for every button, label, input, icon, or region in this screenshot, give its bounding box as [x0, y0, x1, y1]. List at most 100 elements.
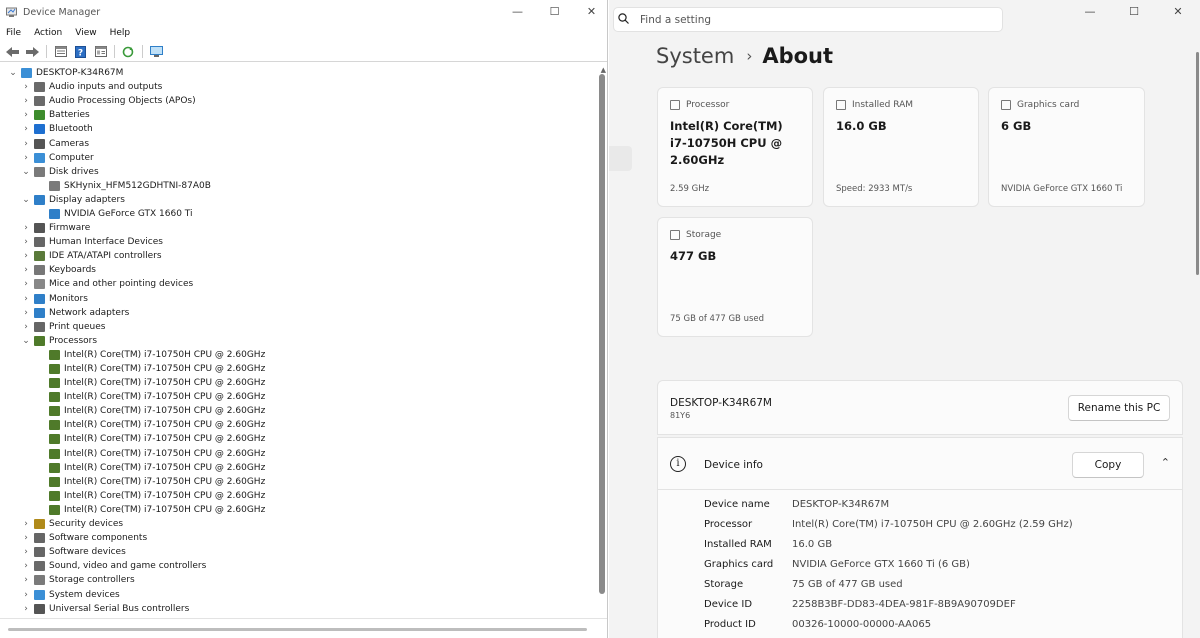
tree-category[interactable]: › Sound, video and game controllers: [0, 559, 593, 573]
tree-device[interactable]: Intel(R) Core(TM) i7-10750H CPU @ 2.60GH…: [0, 404, 593, 418]
chevron-right-icon[interactable]: ›: [21, 110, 31, 120]
settings-scrollbar[interactable]: [1196, 52, 1199, 275]
chevron-down-icon[interactable]: ⌄: [21, 167, 31, 177]
tree-category[interactable]: › Batteries: [0, 108, 593, 122]
tree-device[interactable]: Intel(R) Core(TM) i7-10750H CPU @ 2.60GH…: [0, 376, 593, 390]
dm-vertical-scrollbar[interactable]: [599, 74, 605, 594]
spec-value[interactable]: 00326-10000-00000-AA065: [792, 619, 931, 630]
chevron-right-icon[interactable]: ›: [21, 237, 31, 247]
tree-category[interactable]: › Storage controllers: [0, 573, 593, 587]
chevron-down-icon[interactable]: ⌄: [21, 336, 31, 346]
menu-file[interactable]: File: [6, 28, 21, 38]
scan-hardware-icon[interactable]: [120, 45, 137, 59]
tree-device[interactable]: Intel(R) Core(TM) i7-10750H CPU @ 2.60GH…: [0, 390, 593, 404]
tree-device[interactable]: Intel(R) Core(TM) i7-10750H CPU @ 2.60GH…: [0, 447, 593, 461]
chevron-right-icon[interactable]: ›: [21, 82, 31, 92]
chevron-right-icon[interactable]: ›: [21, 322, 31, 332]
tree-category[interactable]: ⌄ Processors: [0, 334, 593, 348]
chevron-right-icon[interactable]: ›: [21, 124, 31, 134]
chevron-up-icon[interactable]: ⌃: [1161, 456, 1170, 469]
spec-value[interactable]: 16.0 GB: [792, 539, 832, 550]
tree-device[interactable]: Intel(R) Core(TM) i7-10750H CPU @ 2.60GH…: [0, 461, 593, 475]
chevron-right-icon[interactable]: ›: [21, 604, 31, 614]
breadcrumb-system[interactable]: System: [656, 44, 734, 68]
tree-device[interactable]: Intel(R) Core(TM) i7-10750H CPU @ 2.60GH…: [0, 503, 593, 517]
device-info-header[interactable]: i Device info Copy ⌃: [657, 437, 1183, 490]
forward-arrow-icon[interactable]: [24, 45, 41, 59]
dm-maximize-button[interactable]: ☐: [536, 4, 573, 20]
chevron-right-icon[interactable]: ›: [21, 575, 31, 585]
chevron-right-icon[interactable]: ›: [21, 547, 31, 557]
tree-category[interactable]: › Universal Serial Bus controllers: [0, 602, 593, 616]
tree-device[interactable]: Intel(R) Core(TM) i7-10750H CPU @ 2.60GH…: [0, 432, 593, 446]
chevron-right-icon[interactable]: ›: [21, 590, 31, 600]
copy-button[interactable]: Copy: [1072, 452, 1144, 478]
properties-icon[interactable]: [52, 45, 69, 59]
tree-category[interactable]: › Bluetooth: [0, 122, 593, 136]
help-icon[interactable]: ?: [72, 45, 89, 59]
tree-category[interactable]: › Security devices: [0, 517, 593, 531]
tree-category[interactable]: › Software devices: [0, 545, 593, 559]
tree-category[interactable]: › IDE ATA/ATAPI controllers: [0, 249, 593, 263]
tree-category[interactable]: › System devices: [0, 587, 593, 601]
chevron-right-icon[interactable]: ›: [21, 519, 31, 529]
menu-action[interactable]: Action: [34, 28, 62, 38]
spec-value[interactable]: 2258B3BF-DD83-4DEA-981F-8B9A90709DEF: [792, 599, 1016, 610]
chevron-right-icon[interactable]: ›: [21, 223, 31, 233]
chevron-right-icon[interactable]: ›: [21, 561, 31, 571]
tree-category[interactable]: › Cameras: [0, 136, 593, 150]
back-arrow-icon[interactable]: [4, 45, 21, 59]
spec-value[interactable]: Intel(R) Core(TM) i7-10750H CPU @ 2.60GH…: [792, 519, 1073, 530]
spec-value[interactable]: DESKTOP-K34R67M: [792, 499, 889, 510]
tree-category[interactable]: › Computer: [0, 151, 593, 165]
chevron-right-icon[interactable]: ›: [21, 265, 31, 275]
dm-close-button[interactable]: ✕: [573, 4, 610, 20]
tree-device[interactable]: NVIDIA GeForce GTX 1660 Ti: [0, 207, 593, 221]
dm-minimize-button[interactable]: —: [499, 4, 536, 20]
menu-help[interactable]: Help: [110, 28, 131, 38]
tree-device[interactable]: Intel(R) Core(TM) i7-10750H CPU @ 2.60GH…: [0, 348, 593, 362]
tree-category[interactable]: › Audio Processing Objects (APOs): [0, 94, 593, 108]
device-tree[interactable]: ⌄ DESKTOP-K34R67M › Audio inputs and outp…: [0, 66, 593, 616]
chevron-right-icon[interactable]: ›: [21, 153, 31, 163]
chevron-right-icon[interactable]: ›: [21, 139, 31, 149]
dm-horizontal-scroll-thumb[interactable]: [8, 628, 587, 631]
tree-category[interactable]: › Audio inputs and outputs: [0, 80, 593, 94]
monitor-icon[interactable]: [148, 45, 165, 59]
chevron-down-icon[interactable]: ⌄: [8, 68, 18, 78]
tree-category[interactable]: › Network adapters: [0, 306, 593, 320]
tree-device[interactable]: Intel(R) Core(TM) i7-10750H CPU @ 2.60GH…: [0, 362, 593, 376]
settings-minimize-button[interactable]: —: [1068, 4, 1112, 20]
chevron-right-icon[interactable]: ›: [21, 308, 31, 318]
tree-category[interactable]: › Firmware: [0, 221, 593, 235]
nav-selected-indicator[interactable]: [609, 146, 632, 171]
scroll-up-arrow-icon[interactable]: ▲: [601, 66, 606, 74]
chevron-right-icon[interactable]: ›: [21, 96, 31, 106]
tree-category[interactable]: › Software components: [0, 531, 593, 545]
menu-view[interactable]: View: [75, 28, 96, 38]
settings-search-box[interactable]: Find a setting: [613, 7, 1003, 32]
chevron-down-icon[interactable]: ⌄: [21, 195, 31, 205]
tree-category[interactable]: › Human Interface Devices: [0, 235, 593, 249]
tree-category[interactable]: › Monitors: [0, 292, 593, 306]
chevron-right-icon[interactable]: ›: [21, 294, 31, 304]
spec-value[interactable]: 75 GB of 477 GB used: [792, 579, 903, 590]
chevron-right-icon[interactable]: ›: [21, 533, 31, 543]
tree-device[interactable]: Intel(R) Core(TM) i7-10750H CPU @ 2.60GH…: [0, 489, 593, 503]
settings-close-button[interactable]: ✕: [1156, 4, 1200, 20]
tree-category[interactable]: › Keyboards: [0, 263, 593, 277]
rename-pc-button[interactable]: Rename this PC: [1068, 395, 1170, 421]
tree-category[interactable]: ⌄ Disk drives: [0, 165, 593, 179]
tree-device[interactable]: SKHynix_HFM512GDHTNI-87A0B: [0, 179, 593, 193]
tree-root[interactable]: ⌄ DESKTOP-K34R67M: [0, 66, 593, 80]
spec-value[interactable]: NVIDIA GeForce GTX 1660 Ti (6 GB): [792, 559, 970, 570]
tree-category[interactable]: ⌄ Display adapters: [0, 193, 593, 207]
driver-details-icon[interactable]: [92, 45, 109, 59]
chevron-right-icon[interactable]: ›: [21, 279, 31, 289]
tree-category[interactable]: › Mice and other pointing devices: [0, 277, 593, 291]
tree-device[interactable]: Intel(R) Core(TM) i7-10750H CPU @ 2.60GH…: [0, 475, 593, 489]
settings-maximize-button[interactable]: ☐: [1112, 4, 1156, 20]
chevron-right-icon[interactable]: ›: [21, 251, 31, 261]
dm-horizontal-scrollbar[interactable]: [0, 618, 607, 638]
tree-device[interactable]: Intel(R) Core(TM) i7-10750H CPU @ 2.60GH…: [0, 418, 593, 432]
